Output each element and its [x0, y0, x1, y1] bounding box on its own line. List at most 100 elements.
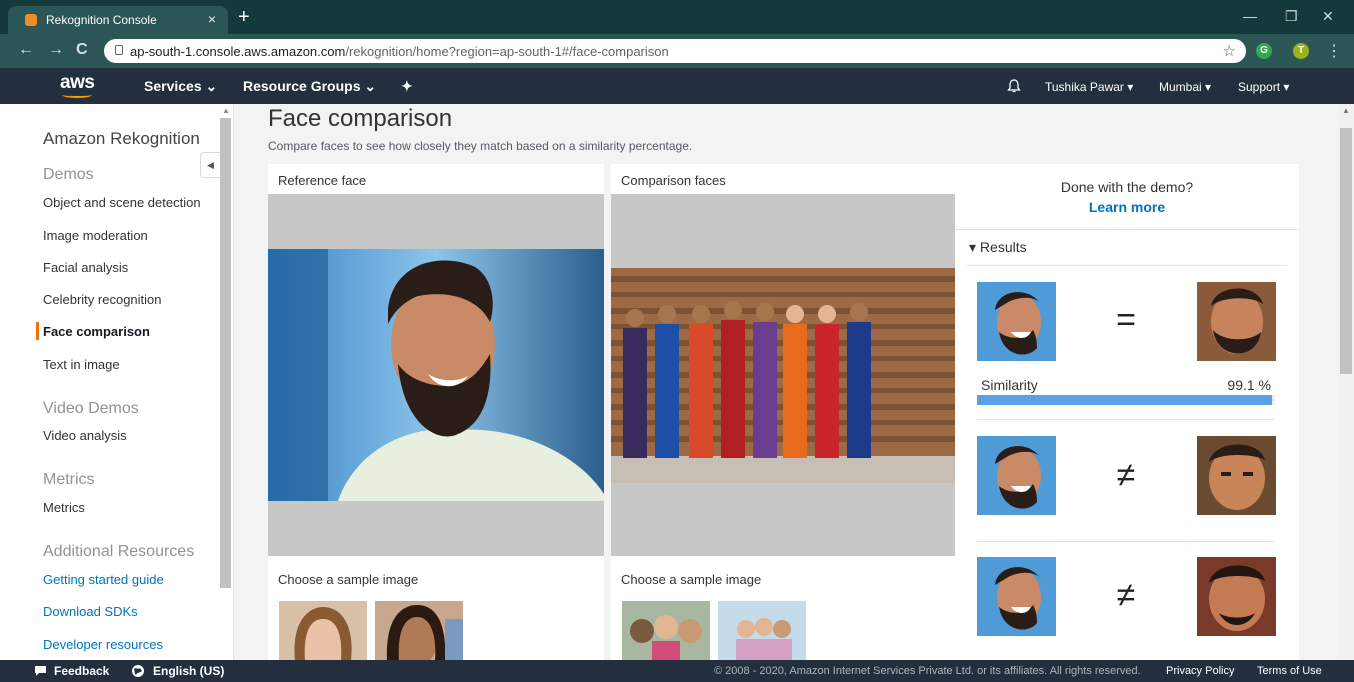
sample-image-thumbnail[interactable] [622, 601, 710, 661]
sidebar-title[interactable]: Amazon Rekognition [43, 129, 200, 149]
profile-avatar[interactable]: T [1293, 43, 1309, 59]
sample-image-thumbnail[interactable] [375, 601, 463, 661]
back-icon[interactable]: ← [18, 41, 34, 59]
reference-face-crop [977, 282, 1056, 361]
main-content: Face comparison Compare faces to see how… [234, 104, 1338, 664]
sidebar-item-metrics[interactable]: Metrics [43, 500, 85, 515]
sidebar-item-facial-analysis[interactable]: Facial analysis [43, 260, 128, 275]
comparison-face-crop [1197, 282, 1276, 361]
comparison-image-area[interactable] [611, 194, 955, 556]
divider [955, 229, 1299, 230]
sample-image-thumbnail[interactable] [279, 601, 367, 661]
globe-icon [132, 665, 144, 677]
sidebar-item-face-comparison[interactable]: Face comparison [43, 324, 150, 339]
tab-title: Rekognition Console [46, 13, 157, 27]
sidebar-item-text-in-image[interactable]: Text in image [43, 357, 120, 372]
results-toggle[interactable]: ▾ Results [969, 239, 1027, 256]
reference-image-area[interactable] [268, 194, 604, 556]
console-footer: Feedback English (US) © 2008 - 2020, Ama… [0, 660, 1354, 682]
sidebar-item-object-scene[interactable]: Object and scene detection [43, 195, 201, 210]
page-scrollbar-thumb[interactable] [1340, 128, 1352, 374]
browser-toolbar: ← → C ap-south-1.console.aws.amazon.com/… [0, 34, 1354, 68]
link-getting-started[interactable]: Getting started guide [43, 572, 164, 587]
comparison-face-crop [1197, 557, 1276, 636]
comparison-group-image [611, 268, 955, 483]
copyright-text: © 2008 - 2020, Amazon Internet Services … [714, 665, 1141, 677]
comparison-sample-label: Choose a sample image [621, 572, 762, 587]
services-menu[interactable]: Services ⌄ [144, 78, 217, 95]
similarity-label: Similarity [981, 377, 1038, 393]
link-developer-resources[interactable]: Developer resources [43, 637, 163, 652]
link-download-sdks[interactable]: Download SDKs [43, 604, 138, 619]
support-menu[interactable]: Support ▾ [1238, 80, 1289, 94]
resource-groups-menu[interactable]: Resource Groups ⌄ [243, 78, 376, 95]
divider [977, 541, 1275, 542]
tab-close-icon[interactable]: × [208, 11, 216, 27]
reference-face-crop [977, 557, 1056, 636]
match-equal-icon: = [1116, 301, 1136, 339]
browser-tab[interactable]: Rekognition Console × [8, 6, 228, 34]
notification-bell-icon[interactable] [1007, 79, 1021, 94]
lock-icon [115, 45, 123, 55]
done-demo-text: Done with the demo? [1060, 179, 1194, 195]
match-not-equal-icon: ≠ [1116, 456, 1136, 494]
similarity-value: 99.1 % [1227, 377, 1271, 393]
forward-icon[interactable]: → [48, 41, 64, 59]
reference-sample-label: Choose a sample image [278, 572, 419, 587]
aws-top-nav: aws Services ⌄ Resource Groups ⌄ ✦ Tushi… [0, 68, 1354, 104]
match-not-equal-icon: ≠ [1116, 576, 1136, 614]
feedback-link[interactable]: Feedback [54, 664, 109, 678]
close-window-icon[interactable]: ✕ [1322, 8, 1334, 25]
page-title: Face comparison [268, 105, 453, 132]
address-bar[interactable]: ap-south-1.console.aws.amazon.com/rekogn… [104, 39, 1246, 63]
privacy-policy-link[interactable]: Privacy Policy [1166, 665, 1234, 677]
scroll-up-icon[interactable]: ▲ [1342, 106, 1350, 115]
aws-smile-icon [62, 92, 92, 98]
aws-logo[interactable]: aws [60, 72, 95, 98]
pin-icon[interactable]: ✦ [401, 78, 413, 95]
region-menu[interactable]: Mumbai ▾ [1159, 80, 1211, 94]
feedback-icon [35, 666, 46, 676]
results-panel: Done with the demo? Learn more ▾ Results… [955, 164, 1299, 664]
reference-face-image [268, 249, 604, 501]
comparison-faces-label: Comparison faces [621, 173, 726, 188]
url-text: ap-south-1.console.aws.amazon.com/rekogn… [130, 44, 669, 59]
divider [967, 265, 1287, 266]
sidebar-section-demos: Demos [43, 166, 94, 183]
sidebar-scroll-up-icon[interactable]: ▲ [222, 106, 230, 115]
page-subtitle: Compare faces to see how closely they ma… [268, 139, 693, 153]
sidebar-section-video: Video Demos [43, 400, 139, 417]
page-scrollbar[interactable]: ▲ [1338, 104, 1354, 660]
sample-image-thumbnail[interactable] [718, 601, 806, 661]
sidebar-item-image-moderation[interactable]: Image moderation [43, 228, 148, 243]
sidebar-section-metrics: Metrics [43, 471, 95, 488]
browser-tab-strip: Rekognition Console × + — ❐ ✕ [0, 0, 1354, 34]
sidebar-item-video-analysis[interactable]: Video analysis [43, 428, 127, 443]
divider [977, 419, 1275, 420]
reference-face-crop [977, 436, 1056, 515]
new-tab-button[interactable]: + [238, 6, 250, 28]
grammarly-extension-icon[interactable]: G [1256, 43, 1272, 59]
minimize-icon[interactable]: — [1243, 8, 1257, 24]
collapse-sidebar-button[interactable]: ◀ [200, 152, 220, 178]
active-indicator [36, 322, 39, 340]
comparison-faces-panel: Comparison faces Choose a sample image [611, 164, 955, 664]
bookmark-star-icon[interactable]: ☆ [1223, 42, 1236, 60]
maximize-icon[interactable]: ❐ [1285, 8, 1298, 25]
reference-face-label: Reference face [278, 173, 367, 188]
sidebar-section-resources: Additional Resources [43, 543, 195, 560]
sidebar-scrollbar[interactable] [220, 118, 231, 588]
similarity-bar [977, 395, 1275, 405]
reference-face-panel: Reference face Choose a sample image [268, 164, 604, 664]
similarity-bar-fill [977, 395, 1273, 405]
reload-icon[interactable]: C [76, 41, 88, 59]
comparison-face-crop [1197, 436, 1276, 515]
browser-menu-icon[interactable]: ⋮ [1326, 41, 1342, 61]
aws-favicon-icon [25, 14, 37, 26]
learn-more-link[interactable]: Learn more [955, 199, 1299, 215]
terms-of-use-link[interactable]: Terms of Use [1257, 665, 1322, 677]
user-menu[interactable]: Tushika Pawar ▾ [1045, 80, 1133, 94]
language-selector[interactable]: English (US) [153, 664, 224, 678]
sidebar-item-celebrity[interactable]: Celebrity recognition [43, 292, 162, 307]
sidebar: Amazon Rekognition ◀ Demos Object and sc… [0, 104, 234, 660]
